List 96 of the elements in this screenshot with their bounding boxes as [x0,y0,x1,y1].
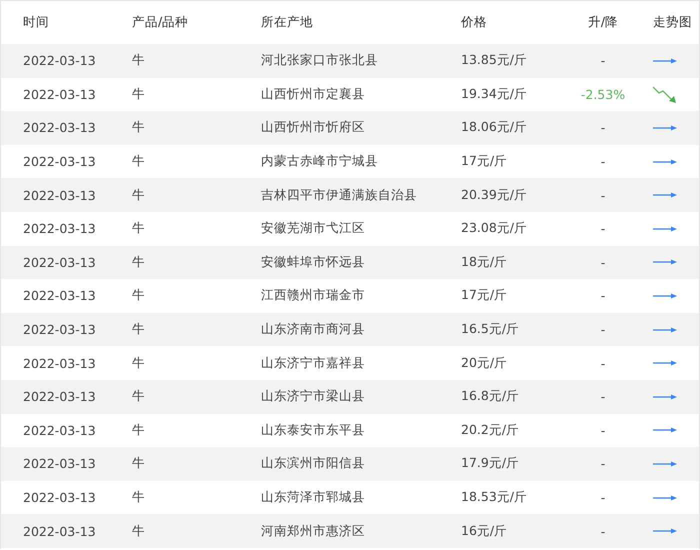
price-cell-text: 16.8元/斤 [461,388,520,406]
change-cell: - [600,389,606,404]
change-cell: - [600,254,606,270]
flat-trend-arrow-icon [653,124,677,131]
product-cell-text: 牛 [132,388,146,406]
origin-cell-text: 山东泰安市东平县 [261,422,366,439]
origin-cell-text: 吉林四平市伊通满族自治县 [261,186,418,204]
date-cell-text: 2022-03-13 [23,53,97,68]
price-cell-text: 16元/斤 [461,522,508,540]
product-cell-text: 牛 [132,422,146,439]
product-cell-text: 牛 [132,321,146,338]
date-cell-text: 2022-03-13 [23,524,97,539]
product-cell-text: 牛 [132,287,146,304]
product-cell-text: 牛 [132,489,146,506]
column-header: 走势图 [653,14,693,31]
price-cell-text: 23.08元/斤 [461,220,528,238]
change-cell: - [600,221,606,236]
flat-trend-arrow-icon [653,259,677,266]
change-cell: - [600,322,606,338]
origin-cell-text: 山西忻州市定襄县 [261,86,366,103]
origin-cell-text: 河南郑州市惠济区 [261,522,366,540]
origin-cell-text: 山东滨州市阳信县 [261,455,366,472]
date-cell-text: 2022-03-13 [23,389,97,404]
flat-trend-arrow-icon [653,360,677,366]
flat-trend-arrow-icon [653,394,677,400]
change-cell: - [600,120,606,136]
flat-trend-arrow-icon [653,326,677,333]
change-cell: -2.53% [580,86,626,102]
change-cell: - [600,154,606,170]
origin-cell-text: 山东济南市商河县 [261,321,366,338]
date-cell-text: 2022-03-13 [23,254,97,270]
date-cell-text: 2022-03-13 [23,456,97,472]
price-cell-text: 17元/斤 [461,287,508,304]
change-cell: - [600,456,606,472]
falling-trend-arrow-icon [653,84,677,104]
origin-cell-text: 安徽芜湖市弋江区 [261,220,366,238]
flat-trend-arrow-icon [653,494,677,501]
change-cell: - [600,422,606,438]
date-cell-text: 2022-03-13 [23,322,97,338]
price-cell-text: 18.53元/斤 [461,489,528,506]
product-cell-text: 牛 [132,52,146,70]
origin-cell-text: 山东济宁市梁山县 [261,388,366,406]
origin-cell-text: 山西忻州市忻府区 [261,119,366,136]
date-cell-text: 2022-03-13 [23,490,97,506]
price-cell-text: 17.9元/斤 [461,455,520,472]
date-cell-text: 2022-03-13 [23,86,97,102]
product-cell-text: 牛 [132,354,146,372]
product-cell-text: 牛 [132,455,146,472]
product-cell-text: 牛 [132,153,146,170]
product-cell-text: 牛 [132,220,146,238]
product-cell-text: 牛 [132,254,146,271]
date-cell-text: 2022-03-13 [23,422,97,438]
date-cell-text: 2022-03-13 [23,288,97,304]
origin-cell-text: 山东济宁市嘉祥县 [261,354,366,372]
flat-trend-arrow-icon [653,192,677,198]
column-header: 升/降 [588,14,618,31]
column-header: 价格 [461,14,488,31]
column-header: 产品/品种 [132,14,190,31]
change-cell: - [600,524,606,539]
product-cell-text: 牛 [132,86,146,103]
flat-trend-arrow-icon [653,460,677,467]
flat-trend-arrow-icon [653,528,677,534]
origin-cell-text: 江西赣州市瑞金市 [261,287,366,304]
origin-cell-text: 山东菏泽市郓城县 [261,489,366,506]
date-cell-text: 2022-03-13 [23,356,97,371]
change-cell: - [600,356,606,371]
price-cell-text: 18元/斤 [461,254,508,271]
product-cell-text: 牛 [132,186,146,204]
date-cell-text: 2022-03-13 [23,188,97,203]
change-cell: - [600,188,606,203]
change-cell: - [600,53,606,68]
flat-trend-arrow-icon [653,158,677,165]
product-cell-text: 牛 [132,522,146,540]
origin-cell-text: 内蒙古赤峰市宁城县 [261,153,379,170]
price-cell-text: 20.2元/斤 [461,422,520,439]
origin-cell-text: 河北张家口市张北县 [261,52,379,70]
price-cell-text: 20.39元/斤 [461,186,528,204]
product-cell-text: 牛 [132,119,146,136]
date-cell-text: 2022-03-13 [23,154,97,170]
price-cell-text: 18.06元/斤 [461,119,528,136]
change-cell: - [600,288,606,304]
flat-trend-arrow-icon [653,226,677,232]
price-cell-text: 19.34元/斤 [461,86,528,103]
date-cell-text: 2022-03-13 [23,120,97,136]
origin-cell-text: 安徽蚌埠市怀远县 [261,254,366,271]
price-cell-text: 16.5元/斤 [461,321,520,338]
price-cell-text: 13.85元/斤 [461,52,528,70]
flat-trend-arrow-icon [653,427,677,434]
column-header: 时间 [23,14,50,31]
date-cell-text: 2022-03-13 [23,221,97,236]
price-cell-text: 17元/斤 [461,153,508,170]
flat-trend-arrow-icon [653,292,677,299]
column-header: 所在产地 [261,14,314,31]
change-cell: - [600,490,606,506]
flat-trend-arrow-icon [653,58,677,64]
price-cell-text: 20元/斤 [461,354,508,372]
